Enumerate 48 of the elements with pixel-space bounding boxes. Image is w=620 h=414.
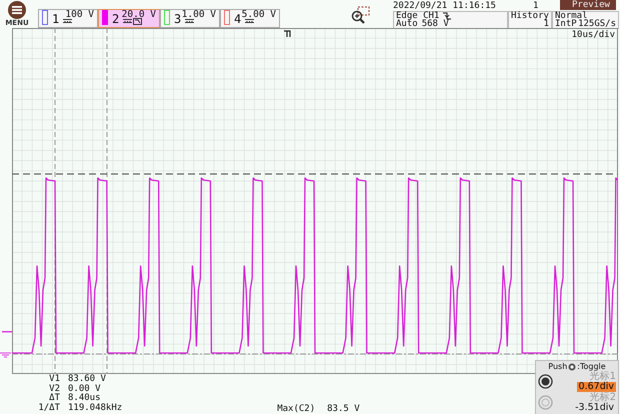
readout-value: 119.048kHz <box>68 404 122 413</box>
timebase: 10us/div <box>572 30 615 40</box>
knob-icon <box>538 395 553 410</box>
cursor-name: 光标1 <box>590 371 616 382</box>
channel-offset-icon <box>2 330 12 334</box>
dc-coupling-icon <box>63 18 72 24</box>
dc-coupling-icon <box>123 18 132 24</box>
acquire-panel[interactable]: Normal IntP 125GS/s <box>552 11 619 29</box>
ground-level-icon <box>0 351 11 359</box>
dc-coupling-icon <box>245 18 254 24</box>
readout-value: 8.40us <box>68 394 102 403</box>
readout-label: V2 <box>48 384 60 394</box>
measurement-label: Max(C2) <box>277 404 316 414</box>
readout-value: 0.00 V <box>68 384 102 394</box>
history-panel[interactable]: History 1 <box>508 11 552 29</box>
cursor-name: 光标2 <box>590 392 616 403</box>
acquisition-count: 1 <box>533 1 540 11</box>
acquire-mode: Normal <box>555 12 588 20</box>
cursor-value: -3.51div <box>574 403 615 413</box>
date-time: 2022/09/21 11:16:15 <box>393 1 497 11</box>
history-label: History <box>511 12 549 20</box>
knob-icon <box>568 362 576 370</box>
zoom-icon[interactable] <box>350 6 370 26</box>
channel-tab[interactable]: 1 100 V <box>38 9 98 28</box>
readout-label: ΔT <box>48 394 60 404</box>
cursor-item[interactable]: 光标2 -3.51div <box>538 392 616 413</box>
history-value: 1 <box>544 20 549 28</box>
push-label: Push <box>548 362 568 371</box>
mode-badge: Preview <box>560 0 616 10</box>
cursor-line[interactable] <box>12 173 618 175</box>
sample-rate: 125GS/s <box>578 20 616 28</box>
cursor-item[interactable]: 光标1 0.67div <box>538 371 616 392</box>
trigger-mode: Auto <box>396 20 418 28</box>
measurement-value: 83.5 V <box>327 404 360 414</box>
readout-value: 83.60 V <box>68 375 107 384</box>
cursor-value: 0.67div <box>576 382 616 392</box>
falling-edge-icon <box>443 12 452 20</box>
trigger-level: 568 V <box>422 20 449 28</box>
knob-icon <box>538 374 553 389</box>
readout-label: V1 <box>48 375 60 384</box>
trigger-position-icon <box>283 30 291 38</box>
trigger-panel[interactable]: Edge CH1 Auto 568 V <box>393 11 508 29</box>
dc-coupling-icon <box>185 18 194 24</box>
readout-label: 1/ΔT <box>37 404 60 413</box>
interpolation: IntP <box>555 20 577 28</box>
trigger-type: Edge CH1 <box>396 12 440 20</box>
channel-tab[interactable]: 2 20.0 V <box>98 9 160 28</box>
toggle-label: :Toggle <box>577 362 606 371</box>
